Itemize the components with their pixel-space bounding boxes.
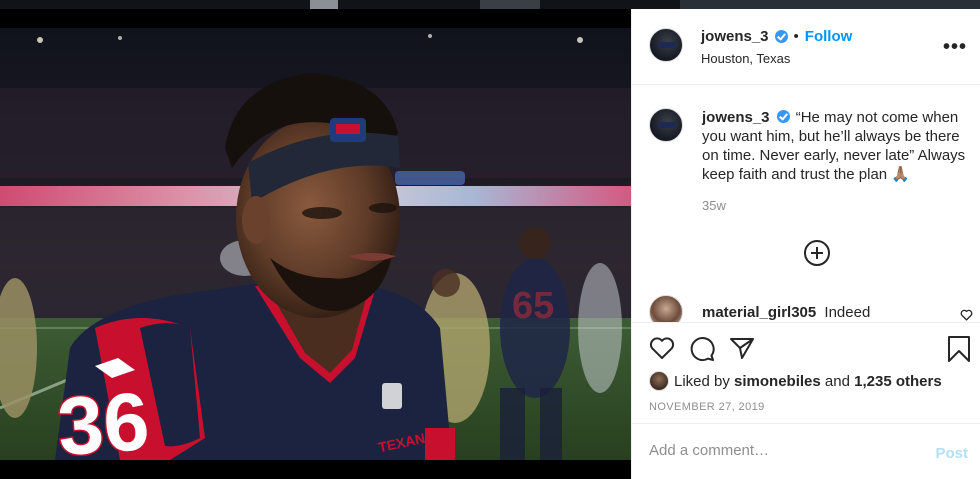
comment-item: material_girl305 Indeed bbox=[649, 295, 870, 322]
bookmark-icon[interactable] bbox=[947, 336, 971, 362]
heart-icon[interactable] bbox=[649, 336, 675, 360]
comment-icon[interactable] bbox=[689, 336, 715, 362]
load-more-comments-icon[interactable] bbox=[804, 240, 830, 266]
likes-summary[interactable]: Liked by simonebiles and 1,235 others bbox=[649, 371, 942, 391]
author-avatar[interactable] bbox=[649, 28, 683, 62]
background-jersey-number: 65 bbox=[512, 285, 554, 327]
likes-prefix: Liked by bbox=[674, 372, 730, 390]
commenter-username[interactable]: material_girl305 bbox=[702, 304, 816, 321]
likes-others-count[interactable]: 1,235 others bbox=[854, 373, 942, 390]
post-photo[interactable]: 65 36 TEXANS bbox=[0, 9, 631, 479]
follow-button[interactable]: Follow bbox=[805, 28, 853, 45]
post-side-panel: jowens_3 • Follow Houston, Texas ••• jow… bbox=[631, 9, 980, 479]
caption-author-avatar[interactable] bbox=[649, 108, 683, 142]
top-strip bbox=[0, 0, 980, 9]
liker-avatar bbox=[649, 371, 669, 391]
post-header: jowens_3 • Follow Houston, Texas ••• bbox=[632, 9, 980, 85]
commenter-avatar[interactable] bbox=[649, 295, 683, 322]
add-comment-bar: Post bbox=[632, 423, 980, 479]
caption-age[interactable]: 35w bbox=[702, 198, 726, 213]
likes-conjunction: and bbox=[824, 372, 850, 390]
verified-badge-icon bbox=[776, 110, 790, 123]
post-actions: Liked by simonebiles and 1,235 others NO… bbox=[632, 322, 980, 423]
post-location[interactable]: Houston, Texas bbox=[701, 51, 852, 66]
separator-dot: • bbox=[793, 28, 799, 45]
verified-badge-icon bbox=[774, 30, 788, 43]
caption-username[interactable]: jowens_3 bbox=[702, 109, 770, 126]
more-options-icon[interactable]: ••• bbox=[943, 37, 967, 57]
caption: jowens_3 “He may not come when you want … bbox=[649, 108, 979, 184]
post-date[interactable]: NOVEMBER 27, 2019 bbox=[649, 401, 765, 413]
jersey-number: 36 bbox=[55, 376, 152, 460]
comment-text: Indeed bbox=[824, 303, 871, 321]
author-username[interactable]: jowens_3 bbox=[701, 28, 769, 45]
comment-input[interactable] bbox=[649, 442, 909, 459]
comments-section[interactable]: jowens_3 “He may not come when you want … bbox=[632, 86, 980, 322]
share-icon[interactable] bbox=[729, 336, 755, 360]
player-photo-image: 65 36 TEXANS bbox=[0, 28, 631, 460]
post-comment-button[interactable]: Post bbox=[935, 445, 968, 462]
liker-username[interactable]: simonebiles bbox=[734, 373, 821, 390]
like-comment-icon[interactable] bbox=[960, 309, 973, 321]
